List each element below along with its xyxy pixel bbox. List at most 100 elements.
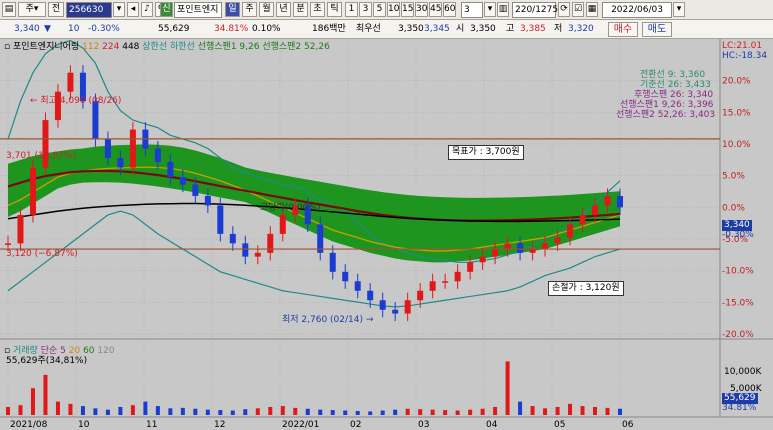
quote-bar: 3,340 ▼ 10 -0.30% 55,629 34.81% 0.10% 18… (0, 20, 773, 39)
volume-bar-45 (568, 403, 573, 415)
prev-arrow-icon[interactable]: ◂ (127, 2, 139, 17)
period-4-button[interactable]: 분 (293, 2, 308, 17)
volume-ma2: 20 (68, 346, 81, 356)
stop-price-box[interactable]: 손절가 : 3,120원 (548, 281, 624, 296)
market-select[interactable]: 전 (48, 2, 64, 17)
high-label: 고 (506, 24, 515, 34)
volume-bar-30 (380, 410, 385, 415)
best-ask-label: 최우선 (356, 24, 381, 34)
high-annotation-text: 최고 4,090 (08/26) (40, 96, 122, 106)
calendar-icon[interactable]: ▾ (673, 2, 685, 17)
candle-body-35 (442, 281, 449, 283)
volume-ma-label: 단순 (40, 346, 58, 356)
volume-ma4: 120 (97, 346, 115, 356)
volume-bar-1 (18, 405, 23, 415)
code-search-icon[interactable]: ▾ (113, 2, 125, 17)
chart-settings-icon[interactable]: ▥ (497, 2, 509, 17)
period-6-button[interactable]: 틱 (327, 2, 342, 17)
period-2-button[interactable]: 월 (259, 2, 274, 17)
buy-button[interactable]: 매수 (608, 22, 638, 37)
legend-row: ▫ 포인트엔지니어링 112 224 448 상한선 하한선 선행스팬1 9,2… (4, 42, 330, 53)
period-0-button[interactable]: 일 (225, 2, 240, 17)
date-field[interactable]: 2022/06/03 (602, 2, 672, 18)
low-price: 3,320 (568, 24, 594, 34)
volume-bar-34 (430, 409, 435, 415)
volume-tick-10000k: 10,000K (724, 367, 762, 377)
stock-name-field[interactable]: 포인트엔지 (174, 2, 222, 18)
stock-code-input[interactable]: 256630 (66, 2, 112, 18)
period-3-button[interactable]: 년 (276, 2, 291, 17)
fit-icon[interactable]: ▦ (586, 2, 598, 17)
volume-bar-31 (393, 409, 398, 415)
x-label-4: 2022/01 (282, 420, 319, 430)
down-arrow-icon: ▼ (44, 24, 51, 34)
candle-body-36 (454, 271, 461, 282)
candle-body-30 (379, 300, 386, 310)
checkbox-icon[interactable]: ☑ (572, 2, 584, 17)
code-type-select[interactable]: 주▾ (18, 2, 46, 17)
middle-label: 고당락(0.00%) (260, 203, 321, 213)
candle-body-40 (504, 243, 511, 250)
candle-body-14 (179, 176, 186, 185)
high-arrow-icon: ← (30, 96, 41, 106)
chart-menu-icon[interactable]: ▤ (2, 2, 16, 17)
interval-15-button[interactable]: 15 (401, 2, 414, 17)
period-5-button[interactable]: 초 (310, 2, 325, 17)
volume-ma1: 5 (60, 346, 66, 356)
sell-button[interactable]: 매도 (642, 22, 672, 37)
volume-bar-43 (543, 408, 548, 415)
candle-body-13 (167, 161, 174, 177)
interval-3-button[interactable]: 3 (359, 2, 372, 17)
interval-60-button[interactable]: 60 (443, 2, 456, 17)
candle-body-39 (492, 249, 499, 257)
volume-bar-15 (193, 408, 198, 415)
volume-bar-10 (130, 405, 135, 415)
volume-bar-47 (593, 406, 598, 415)
volume-bar-28 (355, 410, 360, 415)
refresh-icon[interactable]: ⟳ (558, 2, 570, 17)
target-price-box[interactable]: 목표가 : 3,700원 (448, 145, 524, 160)
chart-area[interactable]: 20.0% 15.0% 10.0% 5.0% 0.0% -5.0% -10.0% -15.0%… (0, 39, 773, 430)
volume-bar-14 (180, 407, 185, 415)
current-price: 3,340 (14, 24, 40, 34)
interval-45-button[interactable]: 45 (429, 2, 442, 17)
legend-box-icon: ▫ (4, 42, 13, 52)
candle-body-47 (592, 205, 599, 215)
volume-bar-32 (405, 408, 410, 415)
candle-body-29 (367, 290, 374, 301)
code-type-label: 주 (25, 4, 34, 14)
legend-ma3: 448 (122, 42, 140, 52)
volume-bar-5 (68, 403, 73, 415)
page-counter: 220/1275 (512, 2, 558, 18)
candle-body-33 (417, 290, 424, 301)
candle-body-20 (254, 252, 261, 257)
volume-icon[interactable]: ♪ (141, 2, 153, 17)
legend-lower: 하한선 (170, 42, 195, 52)
x-label-3: 12 (214, 420, 225, 430)
pct-tick-8: -20.0% (722, 330, 754, 340)
candle-body-8 (104, 139, 111, 159)
lead2-info: 선행스팬2 52,26: 3,403 (616, 110, 716, 120)
interval-5-button[interactable]: 5 (373, 2, 386, 17)
volume-bar-19 (243, 409, 248, 415)
volume-bar-25 (318, 409, 323, 415)
interval-dropdown-icon[interactable]: ▾ (484, 2, 496, 17)
interval-10-button[interactable]: 10 (387, 2, 400, 17)
legend-span2: 선행스팬2 52,26 (262, 42, 330, 52)
volume-label: 거래량 (12, 346, 38, 356)
volume-bar-20 (255, 408, 260, 415)
x-label-5: 02 (350, 420, 361, 430)
interval-1-button[interactable]: 1 (345, 2, 358, 17)
candle-body-31 (392, 309, 399, 314)
hc-value: HC:-18.34 (722, 51, 768, 61)
volume-bar-29 (368, 411, 373, 415)
volume-current: 55,629주(34,81%) (6, 356, 88, 366)
high-price: 3,385 (520, 24, 546, 34)
pct-tick-1: 15.0% (722, 108, 751, 118)
interval-30-button[interactable]: 30 (415, 2, 428, 17)
period-1-button[interactable]: 주 (242, 2, 257, 17)
low-annotation: 최저 2,760 (02/14) → (282, 315, 373, 326)
legend-ma1: 112 (82, 42, 100, 52)
interval-select[interactable]: 3 (461, 2, 483, 18)
volume-bar-2 (30, 388, 35, 415)
